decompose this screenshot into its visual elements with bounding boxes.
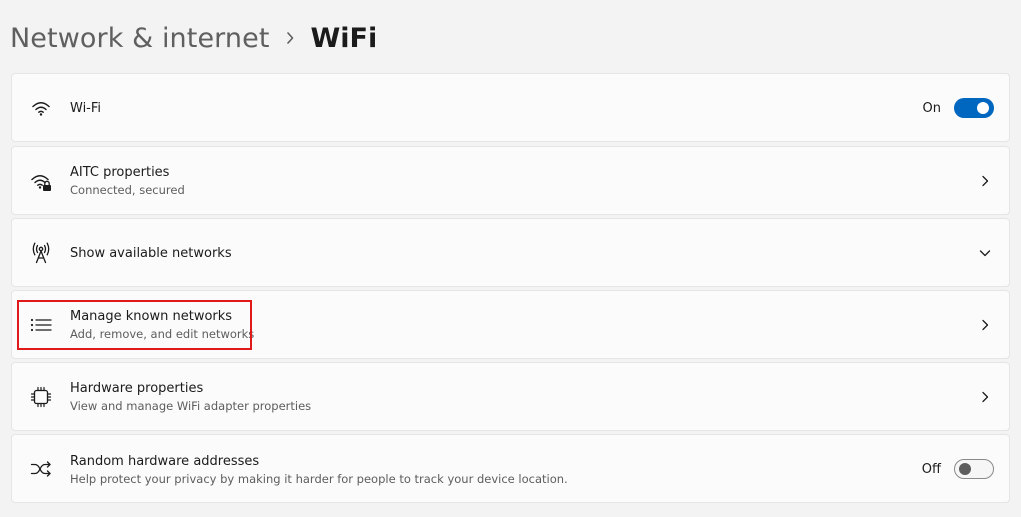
hardware-properties-title: Hardware properties (70, 381, 204, 396)
breadcrumb-network-internet[interactable]: Network & internet (10, 23, 270, 54)
chevron-right-icon (978, 174, 992, 188)
page-title: WiFi (310, 22, 378, 54)
show-available-networks-title: Show available networks (70, 246, 232, 261)
wifi-toggle[interactable] (954, 98, 994, 118)
aitc-properties-row[interactable]: AITC properties Connected, secured (11, 146, 1010, 215)
hardware-properties-row[interactable]: Hardware properties View and manage WiFi… (11, 362, 1010, 431)
manage-known-networks-description: Add, remove, and edit networks (70, 327, 255, 341)
aitc-properties-title: AITC properties (70, 165, 170, 180)
manage-known-networks-row[interactable]: Manage known networks Add, remove, and e… (11, 290, 1010, 359)
wifi-row: Wi-Fi On (11, 73, 1010, 142)
manage-known-networks-title: Manage known networks (70, 309, 233, 324)
chevron-right-icon (978, 318, 992, 332)
wifi-toggle-label: On (922, 100, 941, 116)
antenna-icon (29, 241, 53, 265)
random-hardware-addresses-row: Random hardware addresses Help protect y… (11, 434, 1010, 503)
wifi-row-title: Wi-Fi (70, 101, 102, 116)
wifi-secured-icon (29, 170, 53, 194)
toggle-knob (977, 102, 989, 114)
chip-icon (29, 385, 53, 409)
list-icon (29, 313, 53, 337)
chevron-right-icon (285, 31, 295, 45)
toggle-knob (959, 463, 971, 475)
breadcrumb: Network & internet WiFi (10, 18, 377, 58)
shuffle-icon (29, 457, 53, 481)
random-hardware-addresses-description: Help protect your privacy by making it h… (70, 472, 568, 486)
random-addresses-toggle-label: Off (921, 461, 941, 477)
show-available-networks-row[interactable]: Show available networks (11, 218, 1010, 287)
hardware-properties-description: View and manage WiFi adapter properties (70, 399, 312, 413)
aitc-properties-status: Connected, secured (70, 183, 185, 197)
random-hardware-addresses-title: Random hardware addresses (70, 454, 260, 469)
chevron-down-icon (978, 246, 992, 260)
random-addresses-toggle[interactable] (954, 459, 994, 479)
chevron-right-icon (978, 390, 992, 404)
wifi-icon (29, 96, 53, 120)
